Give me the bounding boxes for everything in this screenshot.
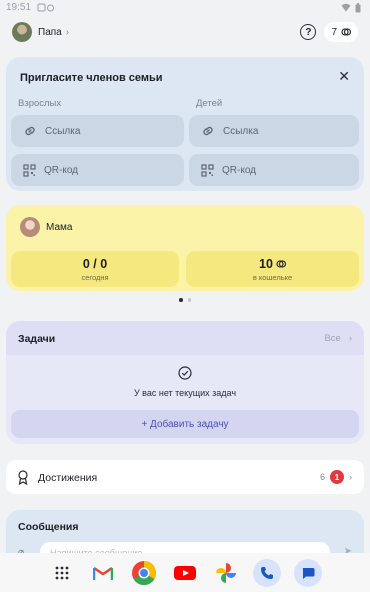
adults-link-button[interactable]: Ссылка (11, 115, 184, 147)
award-icon (18, 470, 28, 485)
coin-icon (341, 28, 351, 36)
today-label: сегодня (81, 272, 109, 282)
youtube-icon[interactable] (171, 559, 199, 587)
today-value: 0 / 0 (82, 256, 108, 271)
children-link-button[interactable]: Ссылка (189, 115, 359, 147)
wifi-icon (341, 3, 351, 12)
status-right (341, 2, 364, 12)
adults-qr-label: QR-код (44, 164, 78, 176)
header-actions: ? 7 (300, 22, 358, 42)
adults-link-label: Ссылка (45, 125, 81, 137)
messages-title: Сообщения (18, 521, 79, 533)
check-circle-icon (178, 366, 192, 380)
gmail-icon[interactable] (89, 559, 117, 587)
adults-qr-button[interactable]: QR-код (11, 154, 184, 186)
chevron-right-icon[interactable]: › (66, 27, 69, 38)
tasks-empty-text: У вас нет текущих задач (133, 388, 237, 398)
children-qr-button[interactable]: QR-код (189, 154, 359, 186)
carousel-dot-active[interactable] (179, 298, 183, 302)
tasks-card: Задачи Все › У вас нет текущих задач + Д… (6, 321, 364, 444)
status-time: 19:51 (6, 1, 32, 13)
status-bar: 19:51 (0, 0, 370, 14)
coins-balance-button[interactable]: 7 (324, 22, 358, 42)
tasks-title: Задачи (18, 333, 56, 345)
chevron-right-icon: › (349, 472, 352, 482)
user-name[interactable]: Папа (38, 27, 62, 38)
adults-label: Взрослых (18, 98, 62, 109)
carousel-dots (0, 298, 370, 302)
qr-code-icon (23, 163, 36, 177)
app-dock (0, 553, 370, 592)
tasks-all-link[interactable]: Все › (324, 333, 352, 344)
member-name: Мама (46, 222, 73, 233)
phone-icon[interactable] (253, 558, 281, 587)
children-qr-label: QR-код (222, 164, 256, 176)
cloud-icon (46, 3, 55, 12)
photos-icon[interactable] (212, 559, 240, 587)
user-avatar[interactable] (12, 22, 32, 42)
link-icon (25, 126, 35, 136)
family-member-card[interactable]: Мама 0 / 0 сегодня 10 в кошельке (6, 205, 364, 291)
today-stat: 0 / 0 сегодня (11, 251, 179, 287)
wallet-stat: 10 в кошельке (186, 251, 359, 287)
achievements-meta: 6 1 › (320, 470, 352, 484)
wallet-value: 10 (259, 256, 273, 271)
carousel-dot[interactable] (187, 298, 191, 302)
tasks-header (6, 321, 364, 355)
achievements-count: 6 (319, 472, 325, 482)
coins-count: 7 (331, 26, 337, 38)
achievements-row[interactable]: Достижения 6 1 › (6, 460, 364, 494)
header-row: Папа › ? 7 (12, 20, 358, 44)
help-icon[interactable]: ? (300, 24, 317, 40)
children-label: Детей (196, 98, 223, 109)
add-task-button[interactable]: + Добавить задачу (11, 410, 359, 438)
close-icon[interactable]: ✕ (338, 68, 350, 85)
wallet-value-row: 10 (259, 257, 286, 271)
invite-family-card: Пригласите членов семьи ✕ Взрослых Детей… (6, 57, 364, 191)
qr-code-icon (201, 163, 214, 177)
invite-title: Пригласите членов семьи (20, 72, 163, 84)
wallet-label: в кошельке (252, 272, 293, 282)
member-avatar (20, 217, 40, 237)
link-icon (203, 126, 213, 136)
tasks-all-label: Все (324, 333, 341, 344)
achievements-badge: 1 (330, 470, 344, 484)
battery-icon (355, 2, 364, 12)
achievements-label: Достижения (38, 472, 98, 484)
notification-icon (37, 3, 46, 12)
messages-icon[interactable] (294, 558, 322, 587)
children-link-label: Ссылка (223, 125, 259, 137)
app-drawer-icon[interactable] (48, 559, 76, 587)
chevron-right-icon: › (348, 333, 352, 344)
chrome-icon[interactable] (130, 559, 158, 587)
coin-icon (276, 259, 286, 268)
